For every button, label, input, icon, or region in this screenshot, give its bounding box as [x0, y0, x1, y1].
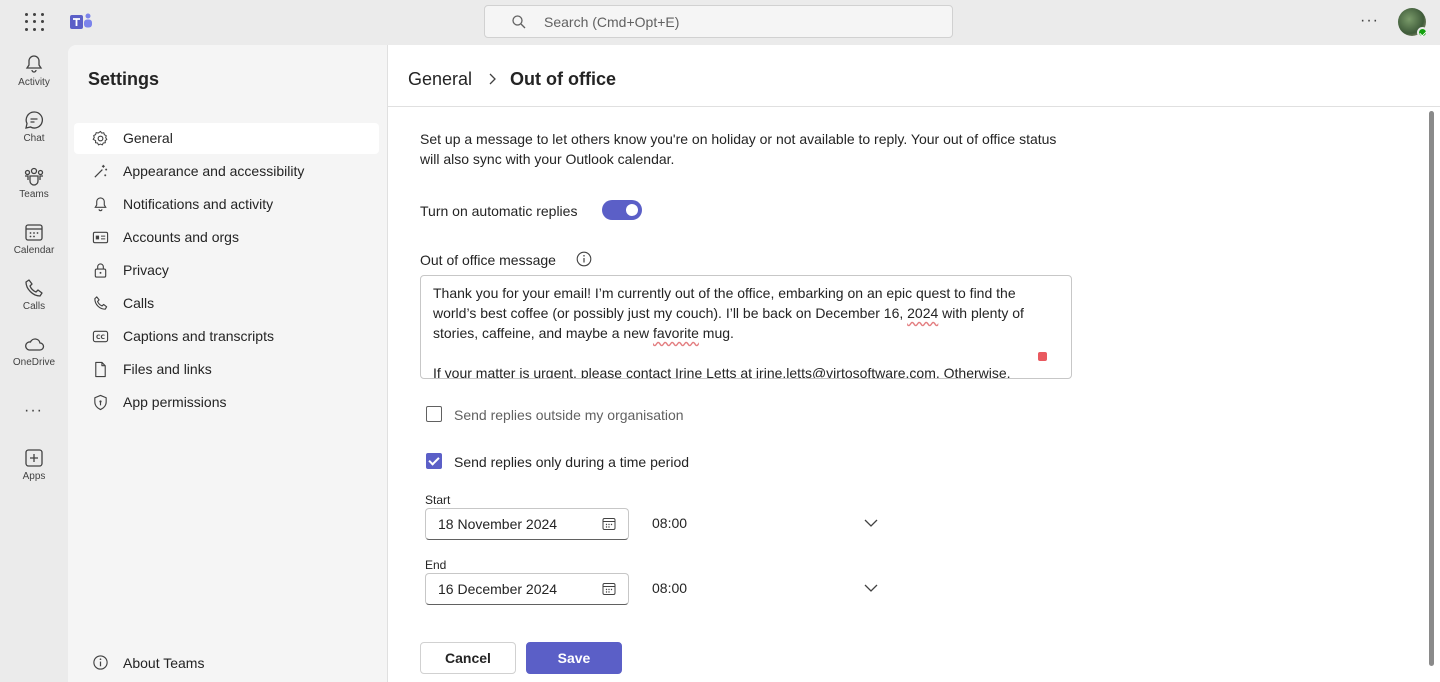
rail-item-calls[interactable]: Calls: [0, 277, 68, 327]
presence-available-icon: [1417, 27, 1428, 38]
more-options-icon[interactable]: ···: [1360, 12, 1382, 32]
rail-item-calendar[interactable]: Calendar: [0, 221, 68, 271]
rail-item-apps[interactable]: Apps: [0, 447, 68, 497]
app-rail: Activity Chat Teams Calendar Calls OneDr…: [0, 45, 68, 682]
bell-icon: [25, 55, 43, 73]
out-of-office-panel: General Out of office Set up a message t…: [388, 45, 1440, 682]
nav-item-appearance[interactable]: Appearance and accessibility: [74, 156, 379, 187]
calendar-icon: [602, 518, 616, 530]
top-bar: Search (Cmd+Opt+E) ···: [0, 0, 1440, 45]
rail-item-chat[interactable]: Chat: [0, 109, 68, 159]
start-time-dropdown[interactable]: 08:00: [652, 508, 878, 540]
chat-icon: [25, 111, 43, 129]
phone-icon: [25, 279, 43, 297]
rail-item-onedrive[interactable]: OneDrive: [0, 333, 68, 383]
search-placeholder: Search (Cmd+Opt+E): [544, 14, 680, 30]
message-text: Thank you for your email! I’m currently …: [433, 285, 1028, 379]
message-label: Out of office message: [420, 252, 556, 268]
nav-item-accounts[interactable]: Accounts and orgs: [74, 222, 379, 253]
settings-title: Settings: [88, 69, 160, 89]
scrollbar[interactable]: [1429, 111, 1434, 666]
editor-indicator-icon: [1038, 352, 1047, 361]
nav-item-privacy[interactable]: Privacy: [74, 255, 379, 286]
nav-item-files[interactable]: Files and links: [74, 354, 379, 385]
cancel-button[interactable]: Cancel: [420, 642, 516, 674]
id-card-icon: [92, 231, 109, 244]
chevron-right-icon: [489, 73, 496, 85]
start-date-picker[interactable]: 18 November 2024: [425, 508, 629, 540]
bell-icon: [94, 197, 107, 212]
nav-item-general[interactable]: General: [74, 123, 379, 154]
calendar-icon: [25, 224, 43, 241]
end-time-dropdown[interactable]: 08:00: [652, 573, 878, 605]
auto-reply-toggle[interactable]: [602, 200, 642, 220]
description-text: Set up a message to let others know you'…: [420, 131, 1057, 167]
outside-org-checkbox[interactable]: [426, 406, 442, 422]
lock-icon: [94, 263, 107, 278]
end-date-picker[interactable]: 16 December 2024: [425, 573, 629, 605]
search-input[interactable]: Search (Cmd+Opt+E): [484, 5, 953, 38]
cloud-icon: [25, 338, 45, 351]
gear-icon: [92, 130, 108, 146]
info-icon[interactable]: [576, 251, 592, 267]
add-app-icon: [25, 449, 43, 467]
outside-org-label: Send replies outside my organisation: [454, 407, 684, 423]
settings-nav: Settings General Appearance and accessib…: [68, 45, 388, 682]
file-icon: [95, 361, 106, 378]
nav-item-captions[interactable]: CC Captions and transcripts: [74, 321, 379, 352]
teams-logo-icon: [70, 13, 92, 29]
avatar[interactable]: [1398, 8, 1428, 38]
breadcrumb-parent[interactable]: General: [408, 69, 472, 90]
cc-icon: CC: [92, 330, 109, 343]
about-teams[interactable]: About Teams: [74, 647, 379, 678]
chevron-down-icon: [864, 519, 878, 527]
save-button[interactable]: Save: [526, 642, 622, 674]
teams-icon: [24, 167, 44, 186]
rail-item-activity[interactable]: Activity: [0, 53, 68, 103]
nav-item-app-permissions[interactable]: App permissions: [74, 387, 379, 418]
nav-item-calls[interactable]: Calls: [74, 288, 379, 319]
shield-icon: [94, 394, 107, 411]
nav-item-notifications[interactable]: Notifications and activity: [74, 189, 379, 220]
chevron-down-icon: [864, 584, 878, 592]
calendar-icon: [602, 583, 616, 595]
start-label: Start: [425, 493, 451, 507]
auto-reply-label: Turn on automatic replies: [420, 203, 578, 219]
search-icon: [512, 15, 526, 29]
app-launcher-icon[interactable]: [24, 12, 44, 32]
rail-item-teams[interactable]: Teams: [0, 165, 68, 215]
time-period-label: Send replies only during a time period: [454, 454, 690, 470]
more-apps-icon[interactable]: ···: [24, 402, 44, 420]
toggle-knob: [626, 204, 638, 216]
time-period-checkbox[interactable]: [426, 453, 442, 469]
header-divider: [388, 106, 1440, 107]
wand-icon: [94, 164, 108, 178]
page-title: Out of office: [510, 69, 616, 89]
end-label: End: [425, 558, 447, 572]
out-of-office-message-input[interactable]: Thank you for your email! I’m currently …: [420, 275, 1072, 379]
svg-text:CC: CC: [96, 334, 105, 341]
info-icon: [93, 655, 108, 670]
phone-icon: [94, 296, 108, 310]
